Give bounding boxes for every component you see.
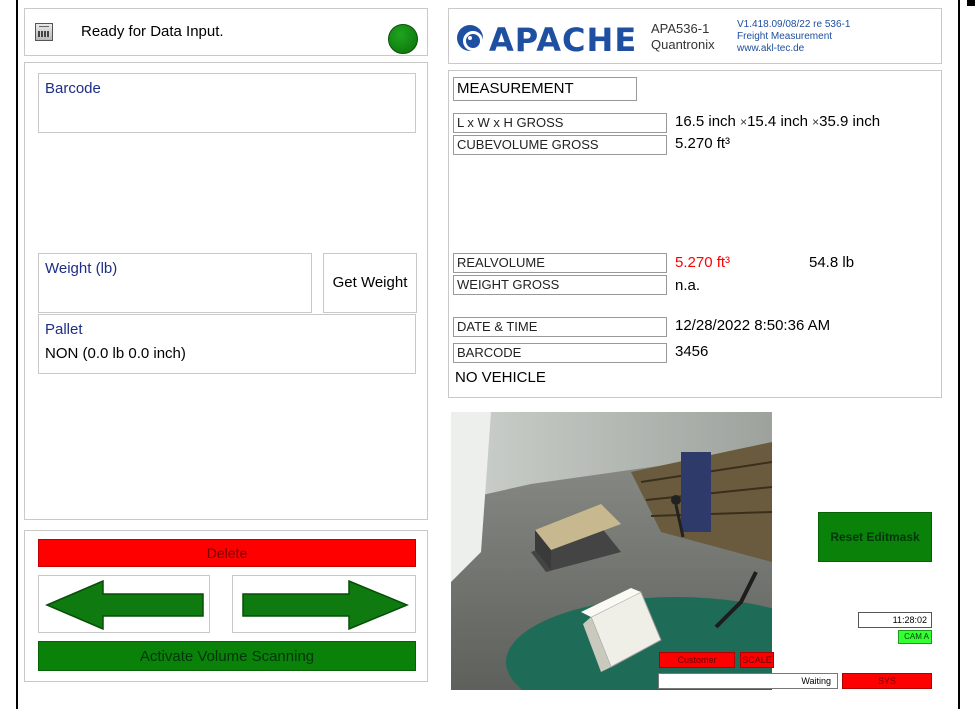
status-indicator-icon [388, 24, 418, 54]
camera-selector[interactable]: CAM A [898, 630, 932, 644]
measurement-panel: MEASUREMENT L x W x H GROSS 16.5 inch ×1… [448, 70, 942, 398]
website-text: www.akl-tec.de [737, 43, 805, 54]
input-panel: Barcode Weight (lb) Get Weight Pallet NO… [24, 62, 428, 520]
camera-view[interactable] [451, 412, 772, 690]
realvolume-value: 5.270 ft³ [675, 254, 731, 271]
weight-label: Weight (lb) [45, 260, 118, 277]
waiting-status: Waiting [658, 673, 838, 689]
length-value: 16.5 inch [675, 113, 736, 130]
measurement-title: MEASUREMENT [453, 77, 637, 101]
pallet-label: Pallet [45, 321, 83, 338]
next-button[interactable] [232, 575, 416, 633]
barcode-label: Barcode [45, 80, 101, 97]
product-text: Freight Measurement [737, 31, 833, 42]
previous-button[interactable] [38, 575, 210, 633]
barcode-result-label: BARCODE [453, 343, 667, 363]
scale-tag: SCALE [740, 652, 774, 668]
corner-mark [967, 0, 975, 6]
brand-header: APACHE APA536-1 Quantronix V1.418.09/08/… [448, 8, 942, 64]
keyboard-icon[interactable] [35, 23, 53, 41]
datetime-label: DATE & TIME [453, 317, 667, 337]
dims-label: L x W x H GROSS [453, 113, 667, 133]
sys-status: SYS [842, 673, 932, 689]
arrow-right-icon [242, 580, 409, 630]
height-value: 35.9 inch [819, 113, 881, 130]
warehouse-camera-image [451, 412, 772, 690]
pallet-value: NON (0.0 lb 0.0 inch) [45, 345, 186, 362]
version-text: V1.418.09/08/22 re 536-1 [737, 19, 851, 30]
version-info: V1.418.09/08/22 re 536-1 Freight Measure… [737, 19, 850, 55]
weight-input[interactable]: Weight (lb) [38, 253, 312, 313]
arrow-left-icon [45, 580, 204, 630]
model-info: APA536-1 Quantronix [651, 21, 715, 53]
realvolume-label: REALVOLUME [453, 253, 667, 273]
real-weight-value: 54.8 lb [809, 254, 855, 271]
weight-gross-value: n.a. [675, 277, 701, 294]
weight-gross-label: WEIGHT GROSS [453, 275, 667, 295]
datetime-value: 12/28/2022 8:50:36 AM [675, 317, 831, 334]
brand-logo: APACHE [489, 21, 638, 59]
camera-clock: 11:28:02 [858, 612, 932, 628]
reset-editmask-button[interactable]: Reset Editmask [818, 512, 932, 562]
dims-value: 16.5 inch ×15.4 inch ×35.9 inch [675, 113, 880, 130]
vendor-name: Quantronix [651, 37, 715, 52]
delete-button[interactable]: Delete [38, 539, 416, 567]
cubevolume-label: CUBEVOLUME GROSS [453, 135, 667, 155]
customer-tag: Customer [659, 652, 735, 668]
cubevolume-value: 5.270 ft³ [675, 135, 731, 152]
vehicle-status: NO VEHICLE [455, 369, 546, 386]
apache-logo-icon [457, 25, 483, 51]
status-bar: Ready for Data Input. [24, 8, 428, 56]
model-name: APA536-1 [651, 21, 710, 36]
get-weight-button[interactable]: Get Weight [323, 253, 417, 313]
width-value: 15.4 inch [747, 113, 808, 130]
barcode-result-value: 3456 [675, 343, 709, 360]
status-text: Ready for Data Input. [81, 23, 224, 40]
activate-volume-scanning-button[interactable]: Activate Volume Scanning [38, 641, 416, 671]
pallet-select[interactable]: Pallet NON (0.0 lb 0.0 inch) [38, 314, 416, 374]
barcode-input[interactable]: Barcode [38, 73, 416, 133]
action-panel: Delete Activate Volume Scanning [24, 530, 428, 682]
